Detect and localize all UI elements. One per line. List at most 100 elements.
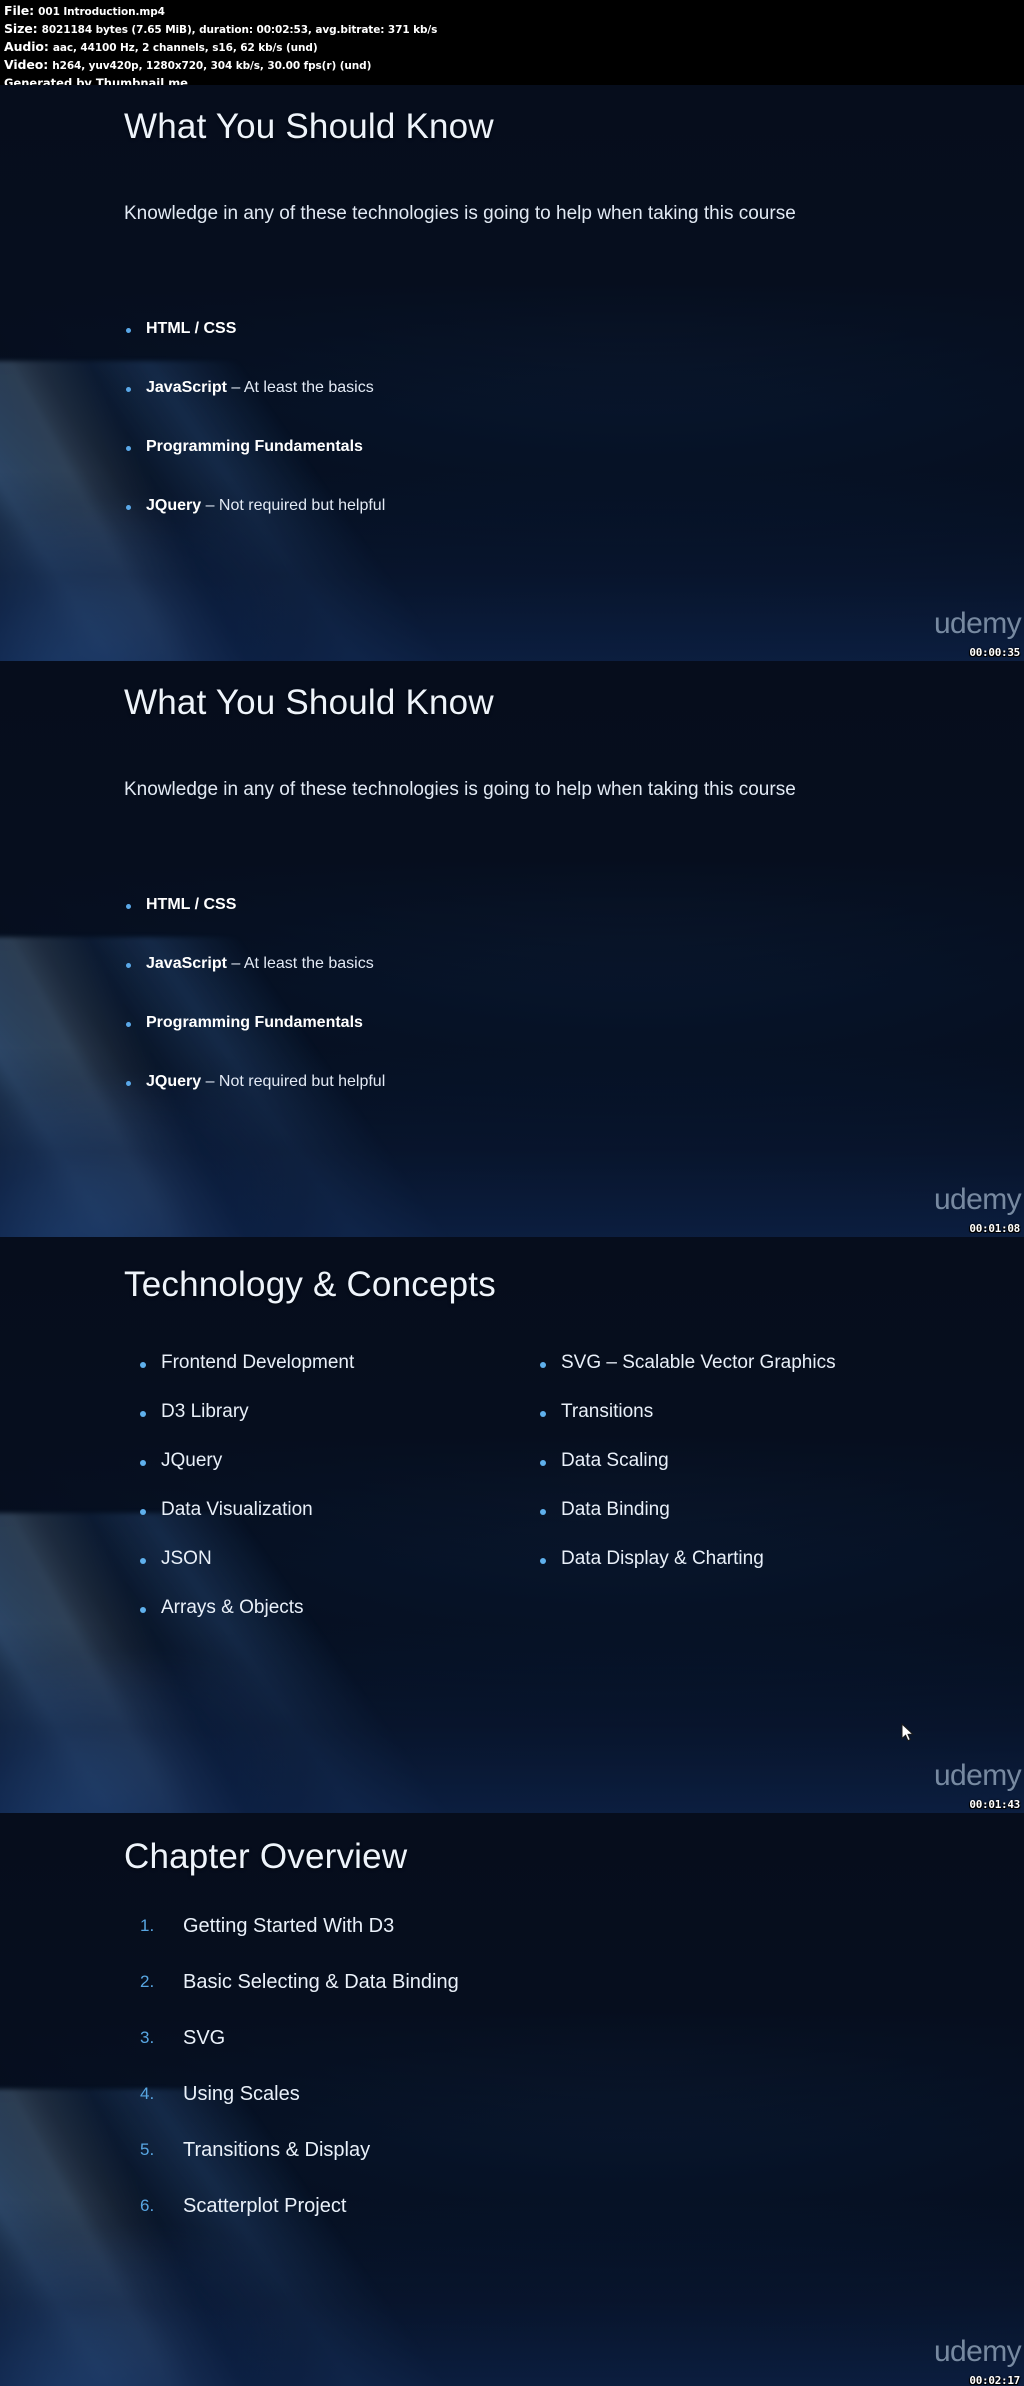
- list-item: Arrays & Objects: [138, 1597, 478, 1619]
- list-item: JavaScript – At least the basics: [124, 955, 385, 973]
- list-item: 4. Using Scales: [140, 2083, 459, 2106]
- list-item: Programming Fundamentals: [124, 438, 385, 456]
- two-column-list: Frontend Development D3 Library JQuery D…: [138, 1352, 938, 1646]
- list-item-label: Frontend Development: [161, 1352, 355, 1373]
- slide-title: Technology & Concepts: [124, 1265, 496, 1304]
- list-item-label: SVG: [183, 2027, 226, 2049]
- list-item: 1. Getting Started With D3: [140, 1915, 459, 1938]
- list-item-label: D3 Library: [161, 1401, 249, 1422]
- list-item-label: Getting Started With D3: [183, 1915, 395, 1937]
- bullet-dot-icon: [126, 1022, 131, 1027]
- slide-title: What You Should Know: [124, 107, 494, 146]
- meta-audio-line: Audio: aac, 44100 Hz, 2 channels, s16, 6…: [4, 38, 1024, 56]
- slide-lead-text: Knowledge in any of these technologies i…: [124, 779, 796, 800]
- meta-file-value: 001 Introduction.mp4: [38, 6, 165, 18]
- bullet-dot-icon: [140, 1509, 146, 1515]
- meta-size-line: Size: 8021184 bytes (7.65 MiB), duration…: [4, 20, 1024, 38]
- list-item: 2. Basic Selecting & Data Binding: [140, 1971, 459, 1994]
- bullet-dot-icon: [126, 328, 131, 333]
- list-item-number: 5.: [140, 2140, 155, 2159]
- bullet-dot-icon: [540, 1509, 546, 1515]
- list-item-label: Arrays & Objects: [161, 1597, 304, 1618]
- list-item: JQuery – Not required but helpful: [124, 497, 385, 515]
- bullet-dot-icon: [140, 1558, 146, 1564]
- slide-lead-text: Knowledge in any of these technologies i…: [124, 203, 796, 224]
- udemy-watermark: udemy: [933, 1759, 1022, 1792]
- slide-title: Chapter Overview: [124, 1837, 408, 1876]
- list-item-label: Data Visualization: [161, 1499, 313, 1520]
- list-item: JSON: [138, 1548, 478, 1570]
- meta-video-line: Video: h264, yuv420p, 1280x720, 304 kb/s…: [4, 56, 1024, 74]
- meta-video-value: h264, yuv420p, 1280x720, 304 kb/s, 30.00…: [52, 60, 372, 73]
- bullet-dot-icon: [540, 1460, 546, 1466]
- bullet-detail: – Not required but helpful: [201, 497, 386, 514]
- list-item-label: JQuery: [161, 1450, 223, 1471]
- bullet-dot-icon: [126, 963, 131, 968]
- list-item-number: 1.: [140, 1916, 155, 1935]
- list-item-number: 2.: [140, 1972, 155, 1991]
- slide-thumbnail-3[interactable]: Technology & Concepts Frontend Developme…: [0, 1237, 1024, 1813]
- list-item-number: 3.: [140, 2028, 155, 2047]
- list-item-label: JSON: [161, 1548, 212, 1569]
- video-metadata-header: File: 001 Introduction.mp4 Size: 8021184…: [0, 0, 1024, 90]
- list-item: Programming Fundamentals: [124, 1014, 385, 1032]
- bullet-term: HTML / CSS: [146, 320, 237, 337]
- list-item-label: Transitions & Display: [183, 2139, 371, 2161]
- bullet-dot-icon: [126, 446, 131, 451]
- list-item: 6. Scatterplot Project: [140, 2195, 459, 2218]
- slide-thumbnail-2[interactable]: What You Should Know Knowledge in any of…: [0, 661, 1024, 1237]
- list-item: Data Visualization: [138, 1499, 478, 1521]
- list-item: Data Display & Charting: [538, 1548, 878, 1570]
- list-item: Data Binding: [538, 1499, 878, 1521]
- meta-file-line: File: 001 Introduction.mp4: [4, 2, 1024, 20]
- bullet-dot-icon: [540, 1411, 546, 1417]
- bullet-detail: – At least the basics: [226, 955, 374, 972]
- bullet-list: HTML / CSS JavaScript – At least the bas…: [124, 896, 385, 1132]
- bullet-dot-icon: [140, 1607, 146, 1613]
- list-item: 5. Transitions & Display: [140, 2139, 459, 2162]
- bullet-dot-icon: [140, 1362, 146, 1368]
- list-item: SVG – Scalable Vector Graphics: [538, 1352, 878, 1374]
- list-item: HTML / CSS: [124, 896, 385, 914]
- bullet-detail: – At least the basics: [226, 379, 374, 396]
- meta-file-label: File:: [4, 3, 35, 18]
- meta-size-value: 8021184 bytes (7.65 MiB), duration: 00:0…: [41, 24, 438, 37]
- list-item: JQuery – Not required but helpful: [124, 1073, 385, 1091]
- list-item: D3 Library: [138, 1401, 478, 1423]
- list-item-label: Data Binding: [561, 1499, 670, 1520]
- meta-size-label: Size:: [4, 21, 38, 37]
- bullet-list: HTML / CSS JavaScript – At least the bas…: [124, 320, 385, 556]
- bullet-dot-icon: [140, 1460, 146, 1466]
- thumbnail-timestamp: 00:01:08: [969, 1222, 1020, 1235]
- slide-thumbnail-1[interactable]: What You Should Know Knowledge in any of…: [0, 85, 1024, 661]
- list-item-label: Scatterplot Project: [183, 2195, 347, 2217]
- meta-audio-label: Audio:: [4, 39, 49, 55]
- slide-thumbnail-4[interactable]: Chapter Overview 1. Getting Started With …: [0, 1813, 1024, 2386]
- list-item: Frontend Development: [138, 1352, 478, 1374]
- bullet-dot-icon: [540, 1558, 546, 1564]
- bullet-term: JavaScript: [146, 955, 227, 972]
- list-item-label: Data Display & Charting: [561, 1548, 764, 1569]
- column-left: Frontend Development D3 Library JQuery D…: [138, 1352, 478, 1646]
- list-item-label: SVG – Scalable Vector Graphics: [561, 1352, 836, 1373]
- slide-title: What You Should Know: [124, 683, 494, 722]
- meta-audio-value: aac, 44100 Hz, 2 channels, s16, 62 kb/s …: [52, 42, 318, 55]
- list-item-number: 4.: [140, 2084, 155, 2103]
- bullet-term: JQuery: [146, 1073, 202, 1090]
- list-item: JQuery: [138, 1450, 478, 1472]
- bullet-term: Programming Fundamentals: [146, 1014, 363, 1031]
- list-item-label: Basic Selecting & Data Binding: [183, 1971, 459, 1993]
- list-item-label: Transitions: [561, 1401, 654, 1422]
- list-item-label: Using Scales: [183, 2083, 300, 2105]
- meta-video-label: Video:: [4, 57, 49, 73]
- thumbnail-timestamp: 00:00:35: [969, 646, 1020, 659]
- bullet-dot-icon: [126, 904, 131, 909]
- list-item: Data Scaling: [538, 1450, 878, 1472]
- list-item-number: 6.: [140, 2196, 155, 2215]
- thumbnail-timestamp: 00:01:43: [969, 1798, 1020, 1811]
- column-right: SVG – Scalable Vector Graphics Transitio…: [538, 1352, 878, 1646]
- udemy-watermark: udemy: [933, 1183, 1022, 1216]
- bullet-dot-icon: [126, 505, 131, 510]
- list-item: HTML / CSS: [124, 320, 385, 338]
- bullet-dot-icon: [126, 1081, 131, 1086]
